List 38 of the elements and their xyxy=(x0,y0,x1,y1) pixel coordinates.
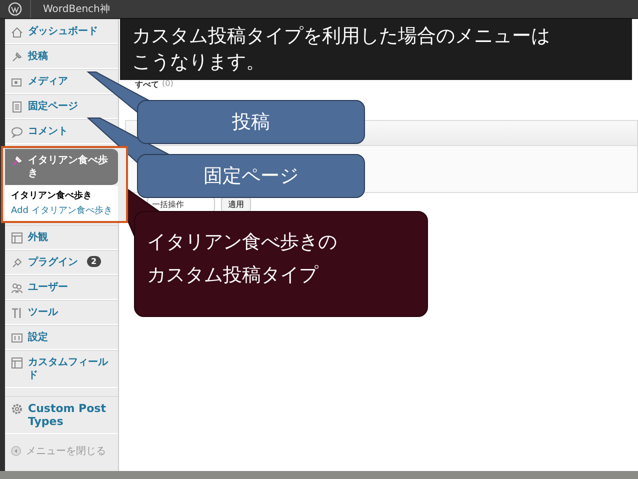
users-icon xyxy=(11,282,23,294)
menu-item[interactable]: カスタムフィールド xyxy=(5,350,118,388)
callout-text: 投稿 xyxy=(232,110,270,135)
collapse-menu-link[interactable]: メニューを閉じる xyxy=(5,434,118,468)
item-count: (0) xyxy=(162,79,174,90)
menu-item[interactable]: Custom Post Types xyxy=(5,396,118,434)
callout-text: 固定ページ xyxy=(204,164,298,189)
slide-caption: カスタム投稿タイプを利用した場合のメニューは xyxy=(132,24,550,49)
count-badge: 2 xyxy=(87,256,101,267)
left-arrow-circle-icon xyxy=(11,446,21,456)
plug-icon xyxy=(11,257,23,269)
callout-text: イタリアン食べ歩きの xyxy=(147,230,337,255)
window-icon xyxy=(11,232,23,244)
site-name[interactable]: WordBench神 xyxy=(31,2,110,16)
pin-icon xyxy=(11,155,23,167)
menu-item[interactable]: 外観 xyxy=(5,225,118,250)
house-icon xyxy=(11,26,23,38)
gear-icon xyxy=(11,403,23,415)
submenu-item[interactable]: イタリアン食べ歩き xyxy=(11,190,114,202)
menu-item[interactable]: 設定 xyxy=(5,325,118,350)
window-icon xyxy=(11,357,23,369)
speech-bubble-icon xyxy=(11,126,23,138)
menu-item[interactable]: ユーザー xyxy=(5,275,118,300)
menu-item[interactable]: 投稿 xyxy=(5,44,118,69)
menu-item[interactable]: ツール xyxy=(5,300,118,325)
wordpress-logo-icon xyxy=(8,2,22,16)
menu-item[interactable]: イタリアン食べ歩き xyxy=(5,148,118,186)
tools-icon xyxy=(11,307,23,319)
pin-icon xyxy=(11,51,23,63)
page-icon xyxy=(11,101,23,113)
media-icon xyxy=(11,76,23,88)
slide-caption: こうなります。 xyxy=(132,50,265,75)
menu-item[interactable]: プラグイン 2 xyxy=(5,250,118,275)
menu-item[interactable]: ダッシュボード xyxy=(5,19,118,44)
submenu-item[interactable]: Add イタリアン食べ歩き xyxy=(11,205,114,217)
settings-icon xyxy=(11,332,23,344)
filter-link[interactable]: すべて xyxy=(135,79,159,90)
callout-text: カスタム投稿タイプ xyxy=(147,263,318,288)
